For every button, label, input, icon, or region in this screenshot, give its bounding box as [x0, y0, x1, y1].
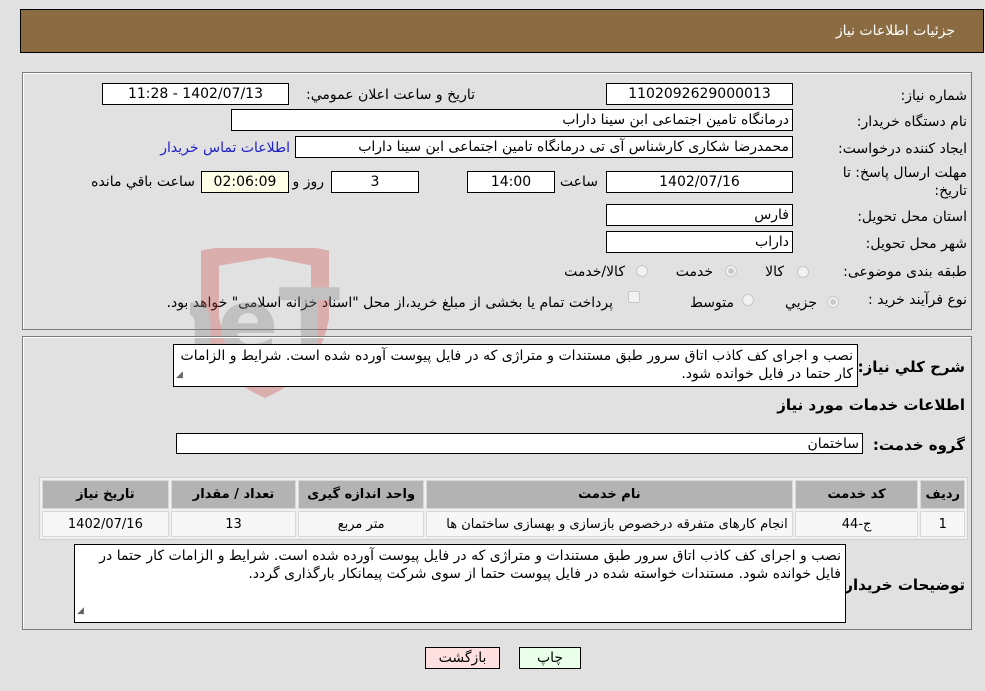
creator-field: محمدرضا شکاری کارشناس آی تی درمانگاه تام… — [295, 136, 793, 158]
service-group-field: ساختمان — [176, 433, 863, 454]
process-radio-minor[interactable] — [827, 296, 839, 308]
col-quantity: تعداد / مقدار — [170, 480, 297, 509]
buyer-contact-link[interactable]: اطلاعات تماس خریدار — [160, 140, 290, 156]
col-need-date: تاریخ نیاز — [42, 480, 169, 509]
city-label: شهر محل تحویل: — [865, 236, 967, 252]
category-radio-goods[interactable] — [797, 266, 809, 278]
process-label: نوع فرآیند خرید : — [868, 292, 967, 308]
deadline-label-line1: مهلت ارسال پاسخ: تا — [842, 165, 967, 181]
services-table-header: ردیف کد خدمت نام خدمت واحد اندازه گیری ت… — [42, 480, 965, 509]
deadline-label-line2: تاریخ: — [934, 183, 967, 199]
deadline-time-field: 14:00 — [467, 171, 555, 193]
col-service-name: نام خدمت — [425, 480, 793, 509]
cell-row: 1 — [920, 511, 965, 537]
process-option-medium: متوسط — [690, 295, 734, 311]
category-radio-service[interactable] — [725, 265, 737, 277]
announce-datetime-field: 1402/07/13 - 11:28 — [102, 83, 289, 105]
category-radio-goods-service[interactable] — [636, 265, 648, 277]
category-option-goods-service: کالا/خدمت — [564, 264, 625, 280]
cell-quantity: 13 — [170, 511, 297, 537]
buyer-notes-label: توضیحات خریدار: — [838, 576, 965, 594]
process-radio-medium[interactable] — [742, 294, 754, 306]
cell-service-name: انجام کارهای متفرقه درخصوص بازسازی و بهس… — [425, 511, 793, 537]
resize-grip-icon[interactable]: ◢ — [77, 602, 84, 620]
buyer-org-field: درمانگاه تامین اجتماعی ابن سینا داراب — [231, 109, 793, 131]
buyer-notes-text: نصب و اجرای کف کاذب اتاق سرور طبق مستندا… — [99, 548, 841, 582]
province-label: استان محل تحویل: — [857, 209, 967, 225]
print-button[interactable]: چاپ — [519, 647, 581, 669]
category-option-goods: کالا — [765, 264, 784, 280]
process-option-minor: جزيي — [785, 295, 817, 311]
deadline-date-field: 1402/07/16 — [606, 171, 793, 193]
service-group-label: گروه خدمت: — [872, 436, 965, 454]
table-row: 1 ج-44 انجام کارهای متفرقه درخصوص بازساز… — [42, 511, 965, 537]
need-number-label: شماره نیاز: — [900, 88, 968, 104]
need-number-field: 1102092629000013 — [606, 83, 793, 105]
summary-textarea[interactable]: نصب و اجرای کف کاذب اتاق سرور طبق مستندا… — [173, 344, 858, 387]
buyer-notes-textarea[interactable]: نصب و اجرای کف کاذب اتاق سرور طبق مستندا… — [74, 544, 846, 623]
days-remaining-field: 3 — [331, 171, 419, 193]
col-unit: واحد اندازه گیری — [298, 480, 424, 509]
deadline-label: مهلت ارسال پاسخ: تا تاریخ: — [843, 164, 967, 200]
deadline-time-label: ساعت — [559, 174, 598, 190]
cell-need-date: 1402/07/16 — [42, 511, 169, 537]
city-field: داراب — [606, 231, 793, 253]
creator-label: ایجاد کننده درخواست: — [838, 141, 967, 157]
page-title: جزئیات اطلاعات نیاز — [835, 23, 955, 39]
services-section-title: اطلاعات خدمات مورد نیاز — [777, 396, 965, 414]
announce-label: تاریخ و ساعت اعلان عمومي: — [306, 87, 475, 103]
cell-unit: متر مربع — [298, 511, 424, 537]
days-label: روز و — [292, 174, 325, 190]
summary-label: شرح کلي نياز: — [857, 358, 965, 376]
summary-text: نصب و اجرای کف کاذب اتاق سرور طبق مستندا… — [180, 348, 853, 382]
remaining-time-field: 02:06:09 — [201, 171, 289, 193]
category-label: طبقه بندی موضوعی: — [843, 264, 967, 280]
col-row: ردیف — [920, 480, 965, 509]
remaining-label: ساعت باقي مانده — [91, 174, 195, 190]
buyer-org-label: نام دستگاه خريدار: — [856, 114, 967, 130]
col-service-code: کد خدمت — [794, 480, 919, 509]
services-table: ردیف کد خدمت نام خدمت واحد اندازه گیری ت… — [39, 477, 968, 540]
province-field: فارس — [606, 204, 793, 226]
resize-grip-icon[interactable]: ◢ — [176, 366, 183, 384]
treasury-checkbox[interactable] — [628, 291, 640, 303]
back-button[interactable]: بازگشت — [425, 647, 500, 669]
treasury-note: پرداخت تمام یا بخشی از مبلغ خرید،از محل … — [166, 295, 613, 311]
page-header: جزئیات اطلاعات نیاز — [20, 9, 984, 53]
cell-service-code: ج-44 — [794, 511, 919, 537]
category-option-service: خدمت — [675, 264, 713, 280]
